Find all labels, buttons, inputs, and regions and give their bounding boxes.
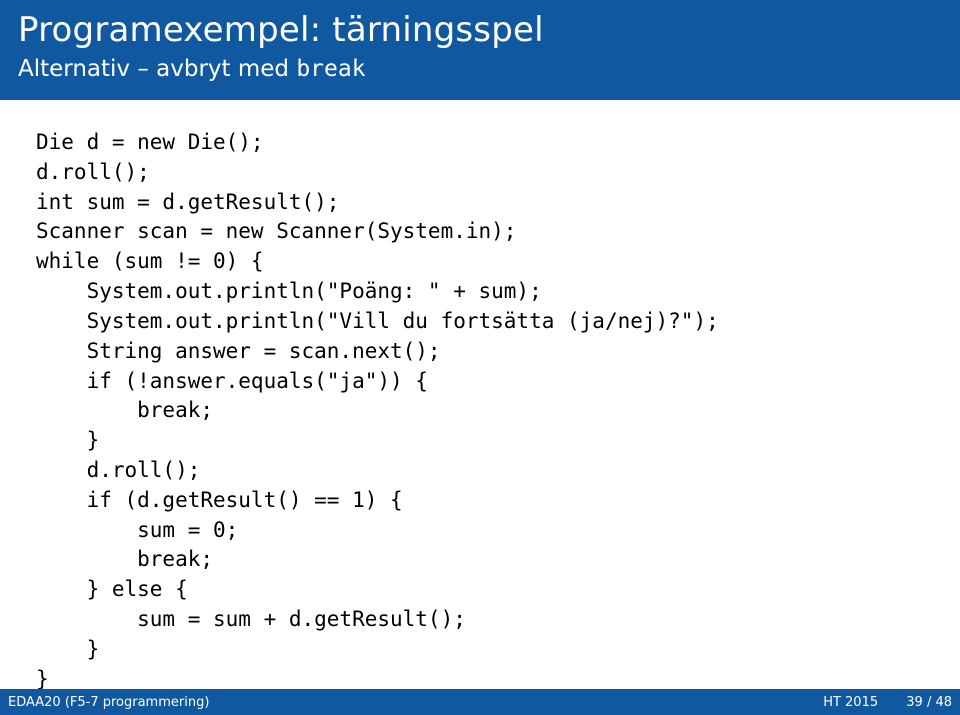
slide-footer: EDAA20 (F5-7 programmering) HT 2015 39 /… — [0, 689, 960, 715]
subtitle-text: Alternativ – avbryt med — [18, 56, 296, 82]
slide-subtitle: Alternativ – avbryt med break — [18, 56, 942, 82]
footer-term: HT 2015 — [823, 695, 878, 710]
subtitle-code: break — [296, 56, 365, 82]
code-block: Die d = new Die(); d.roll(); int sum = d… — [36, 128, 924, 694]
footer-right: HT 2015 39 / 48 — [823, 695, 952, 710]
footer-page: 39 / 48 — [906, 695, 952, 710]
footer-course: EDAA20 (F5-7 programmering) — [8, 695, 209, 710]
slide-title: Programexempel: tärningsspel — [18, 10, 942, 50]
slide-header: Programexempel: tärningsspel Alternativ … — [0, 0, 960, 100]
slide-body: Die d = new Die(); d.roll(); int sum = d… — [0, 100, 960, 694]
slide: Programexempel: tärningsspel Alternativ … — [0, 0, 960, 715]
